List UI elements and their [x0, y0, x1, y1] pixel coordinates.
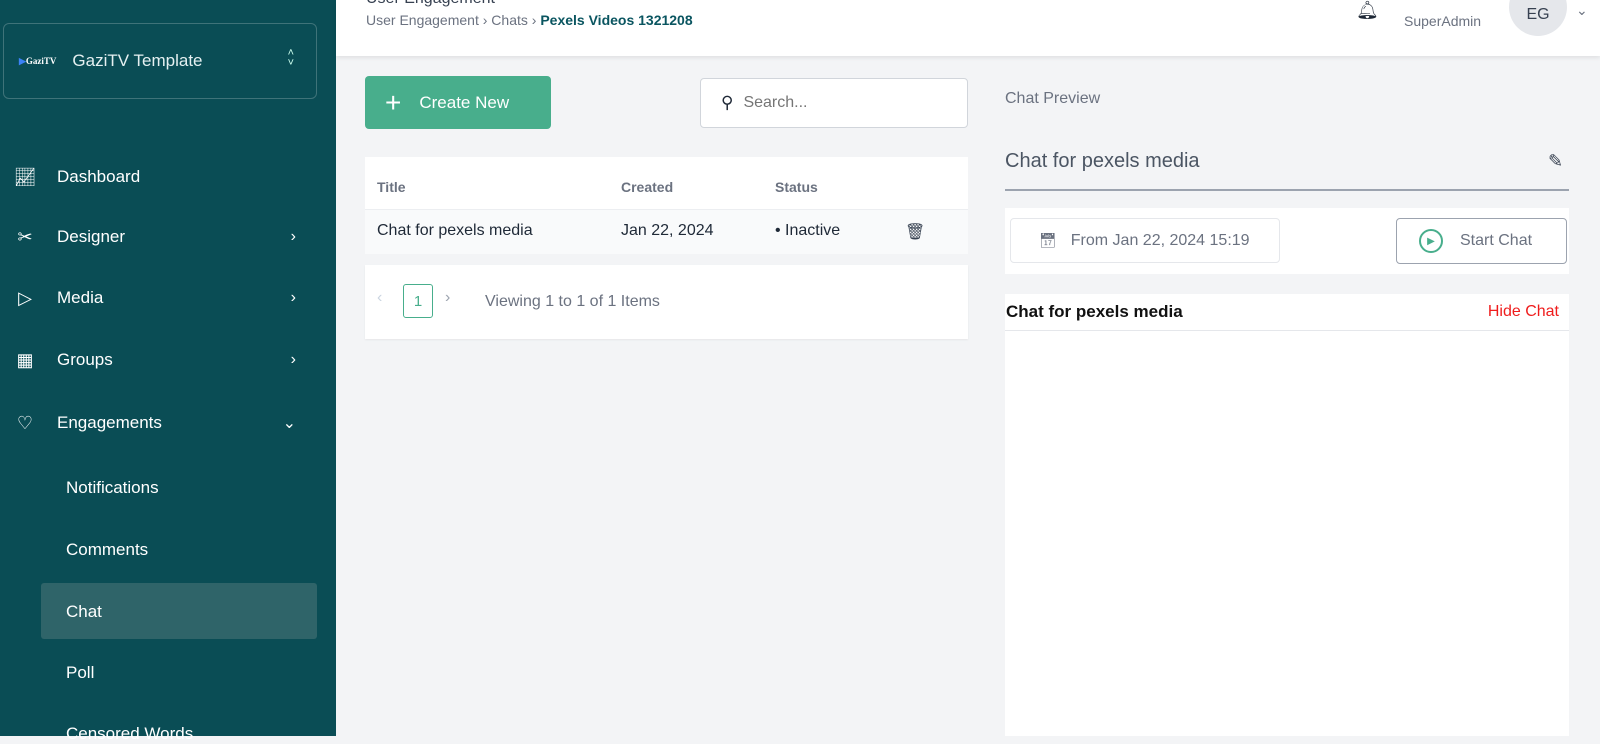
preview-title: Chat for pexels media: [1005, 150, 1200, 172]
org-switcher[interactable]: ▶GaziTV GaziTV Template ˄ ˅: [3, 23, 317, 99]
label: Groups: [57, 350, 113, 369]
chats-table: Title Created Status Chat for pexels med…: [365, 157, 968, 254]
next-page-icon[interactable]: ›: [445, 289, 450, 307]
label: Media: [57, 288, 104, 307]
label: Dashboard: [57, 167, 141, 186]
cell-created: Jan 22, 2024: [621, 222, 714, 239]
heart-icon: ♡: [16, 412, 34, 433]
pagination-summary: Viewing 1 to 1 of 1 Items: [485, 293, 660, 310]
breadcrumb-current: Pexels Videos 1321208: [540, 12, 693, 28]
label: Designer: [57, 227, 126, 246]
sidebar-subitem-notifications[interactable]: Notifications: [66, 478, 159, 498]
play-icon: ▷: [18, 287, 32, 308]
user-role: SuperAdmin: [1404, 13, 1482, 29]
date-range-field[interactable]: 📅︎ From Jan 22, 2024 15:19: [1010, 218, 1280, 263]
avatar[interactable]: EG: [1509, 0, 1567, 36]
chat-title: Chat for pexels media: [1006, 302, 1183, 321]
pencil-icon[interactable]: ✎: [1548, 151, 1563, 172]
divider: [1005, 189, 1569, 191]
start-chat-button[interactable]: ▶ Start Chat: [1396, 218, 1567, 264]
chevron-up-down-icon: ˄ ˅: [287, 47, 294, 69]
chart-line-icon: 📈︎: [13, 166, 37, 187]
preview-controls: 📅︎ From Jan 22, 2024 15:19 ▶ Start Chat: [1005, 208, 1569, 274]
topbar: User Engagement User Engagement › Chats …: [336, 0, 1600, 56]
label: Start Chat: [1460, 232, 1533, 249]
sidebar-subitem-poll[interactable]: Poll: [66, 663, 94, 683]
chevron-down-icon[interactable]: ⌄: [1576, 2, 1588, 19]
cell-title: Chat for pexels media: [377, 222, 533, 239]
hide-chat-link[interactable]: Hide Chat: [1488, 303, 1559, 321]
org-name: GaziTV Template: [72, 51, 203, 70]
search-icon: ⚲: [721, 93, 734, 112]
play-circle-icon: ▶: [1419, 229, 1443, 253]
sidebar-item-designer[interactable]: ✂ Designer ›: [0, 222, 336, 252]
pagination: ‹ 1 › Viewing 1 to 1 of 1 Items: [365, 265, 968, 339]
sidebar-item-engagements[interactable]: ♡ Engagements ⌄: [0, 408, 336, 438]
label: Create New: [419, 92, 510, 112]
trash-icon[interactable]: 🗑︎: [905, 222, 925, 242]
page-title: User Engagement: [366, 0, 495, 8]
breadcrumb-item[interactable]: Chats: [491, 12, 528, 28]
sidebar: ▶GaziTV GaziTV Template ˄ ˅ 📈︎ Dashboard ✂…: [0, 0, 336, 743]
bell-icon[interactable]: 🔔︎: [1356, 0, 1379, 21]
page-button[interactable]: 1: [403, 284, 433, 318]
sidebar-subitem-censored-words[interactable]: Censored Words: [66, 724, 193, 744]
column-header[interactable]: Created: [621, 179, 673, 195]
sidebar-item-dashboard[interactable]: 📈︎ Dashboard: [0, 162, 336, 192]
chevron-right-icon: ›: [290, 351, 296, 368]
cell-status: • Inactive: [775, 222, 841, 239]
search-box[interactable]: ⚲: [700, 78, 968, 128]
status-text: Inactive: [785, 222, 841, 239]
label: Engagements: [57, 413, 162, 432]
date-text: From Jan 22, 2024 15:19: [1070, 231, 1250, 249]
column-header[interactable]: Status: [775, 179, 818, 195]
sidebar-item-media[interactable]: ▷ Media ›: [0, 283, 336, 313]
sidebar-subitem-comments[interactable]: Comments: [66, 540, 148, 560]
preview-label: Chat Preview: [1005, 90, 1101, 107]
plus-icon: +: [385, 86, 402, 118]
grid-icon: ▦: [16, 349, 34, 370]
prev-page-icon[interactable]: ‹: [377, 289, 382, 307]
table-row[interactable]: Chat for pexels media Jan 22, 2024 • Ina…: [365, 209, 968, 254]
sidebar-item-groups[interactable]: ▦ Groups ›: [0, 345, 336, 375]
sidebar-subitem-chat[interactable]: Chat: [66, 602, 102, 622]
breadcrumb-item[interactable]: User Engagement: [366, 12, 479, 28]
chevron-right-icon: ›: [290, 289, 296, 306]
chevron-down-icon: ⌄: [282, 415, 296, 432]
tools-icon: ✂: [17, 226, 33, 247]
breadcrumb: User Engagement › Chats › Pexels Videos …: [366, 12, 693, 28]
logo: ▶GaziTV: [19, 55, 57, 66]
search-input[interactable]: [743, 94, 944, 112]
chevron-right-icon: ›: [290, 228, 296, 245]
chat-window: Chat for pexels media Hide Chat: [1005, 294, 1569, 736]
column-header[interactable]: Title: [377, 179, 406, 195]
create-new-button[interactable]: + Create New: [365, 76, 551, 129]
calendar-icon: 📅︎: [1039, 232, 1057, 248]
